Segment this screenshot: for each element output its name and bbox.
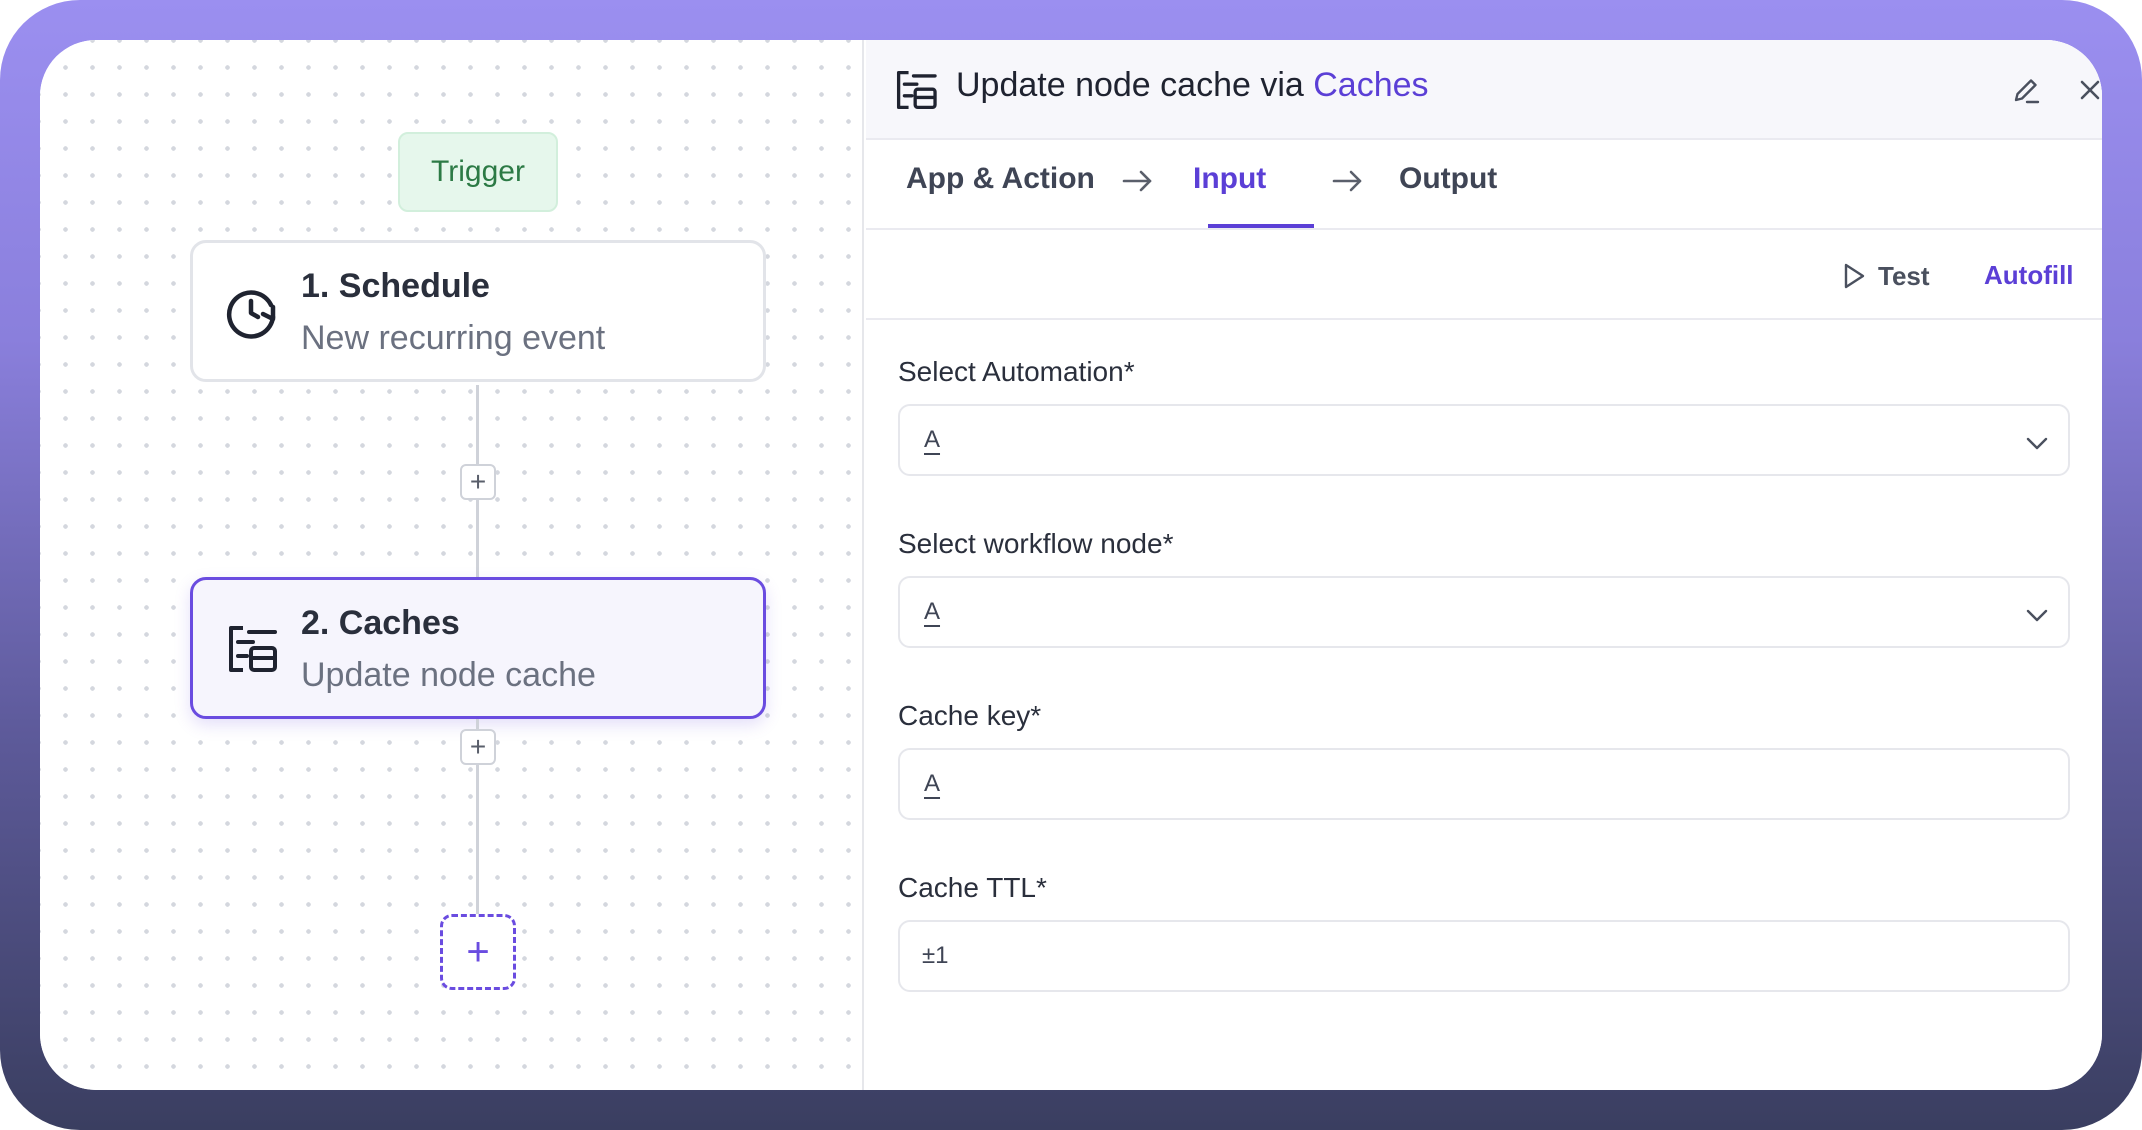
chevron-down-icon (2026, 437, 2048, 450)
cache-key-input[interactable]: A (898, 748, 2070, 820)
test-button[interactable]: Test (1842, 256, 1930, 296)
test-label: Test (1878, 260, 1930, 291)
node-title: 2. Caches (301, 604, 460, 642)
trigger-badge: Trigger (398, 132, 558, 212)
play-icon (1844, 263, 1865, 289)
node-schedule[interactable]: 1. Schedule New recurring event (190, 240, 766, 382)
pencil-icon (2014, 79, 2040, 104)
step-config-panel: Update node cache via Caches App & Actio… (866, 40, 2102, 1090)
chevron-down-icon (2026, 609, 2048, 622)
arrow-right-icon (1122, 170, 1152, 192)
select-automation-dropdown[interactable]: A (898, 404, 2070, 476)
close-icon (2080, 80, 2100, 100)
select-workflow-node-dropdown[interactable]: A (898, 576, 2070, 648)
panel-title: Update node cache via Caches (956, 66, 1429, 105)
field-label: Select workflow node* (898, 528, 1174, 559)
tab-output[interactable]: Output (1399, 162, 1497, 230)
step-tabs: App & Action Input Output (866, 140, 2102, 230)
add-step-button[interactable]: + (460, 729, 496, 765)
cache-ttl-input[interactable]: ±1 (898, 920, 2070, 992)
field-label: Select Automation* (898, 356, 1135, 387)
field-label: Cache TTL* (898, 872, 1047, 903)
tab-app-action[interactable]: App & Action (906, 162, 1095, 230)
panel-title-prefix: Update node cache via (956, 66, 1314, 104)
panel-header: Update node cache via Caches (866, 40, 2102, 140)
panel-title-app[interactable]: Caches (1313, 66, 1428, 104)
text-type-icon: A (924, 770, 941, 797)
add-step-button[interactable]: + (460, 464, 496, 500)
text-type-icon: A (924, 426, 941, 453)
edit-button[interactable] (2004, 68, 2048, 112)
cache-icon (229, 626, 277, 672)
panel-toolbar: Test Autofill (866, 230, 2102, 320)
arrow-right-icon (1332, 170, 1362, 192)
text-type-icon: A (924, 598, 941, 625)
node-caches[interactable]: 2. Caches Update node cache (190, 577, 766, 719)
workflow-canvas[interactable]: Trigger 1. Schedule New recurring event … (40, 40, 864, 1090)
node-title: 1. Schedule (301, 267, 490, 305)
field-label: Cache key* (898, 700, 1042, 731)
number-type-icon: ±1 (922, 942, 949, 969)
autofill-button[interactable]: Autofill (1984, 260, 2074, 291)
node-subtitle: New recurring event (301, 319, 606, 357)
add-node-button[interactable]: + (440, 914, 516, 990)
clock-refresh-icon (226, 290, 276, 339)
app-window: Trigger 1. Schedule New recurring event … (40, 40, 2102, 1090)
active-tab-indicator (1208, 224, 1314, 228)
node-subtitle: Update node cache (301, 656, 596, 694)
cache-icon (896, 70, 937, 110)
tab-input[interactable]: Input (1193, 162, 1266, 230)
close-button[interactable] (2068, 68, 2102, 112)
